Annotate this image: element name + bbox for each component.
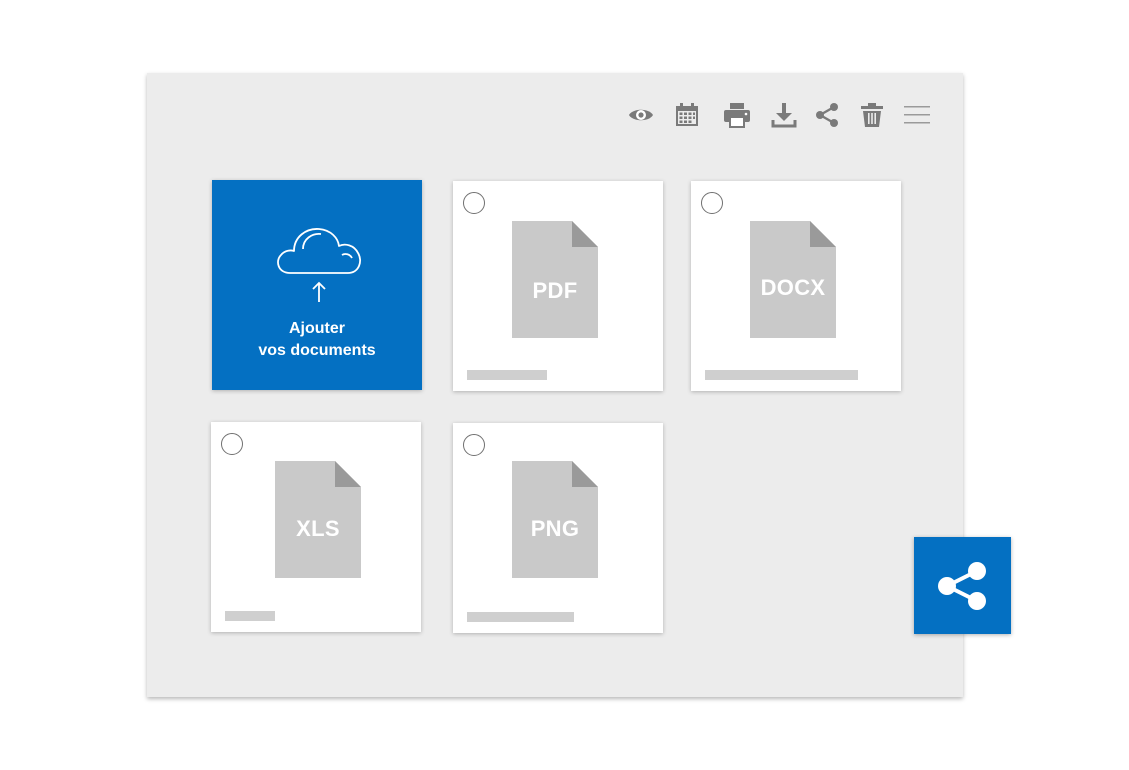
upload-label: Ajouter vos documents: [212, 318, 422, 362]
file-type-label: PDF: [532, 278, 578, 303]
view-button[interactable]: [626, 100, 656, 130]
select-radio[interactable]: [701, 192, 723, 214]
trash-icon: [861, 103, 883, 127]
delete-button[interactable]: [857, 100, 887, 130]
file-tile-png[interactable]: PNG: [453, 423, 663, 633]
select-radio[interactable]: [463, 434, 485, 456]
file-tile-docx[interactable]: DOCX: [691, 181, 901, 391]
file-name-placeholder: [467, 370, 547, 380]
select-radio[interactable]: [463, 192, 485, 214]
calendar-icon: [676, 103, 698, 126]
menu-button[interactable]: [902, 100, 932, 130]
calendar-button[interactable]: [672, 100, 702, 130]
file-type-label: PNG: [530, 516, 580, 541]
eye-icon: [629, 109, 653, 121]
file-type-label: DOCX: [760, 275, 826, 300]
share-button[interactable]: [812, 100, 842, 130]
upload-label-line1: Ajouter: [289, 320, 345, 337]
share-icon: [937, 561, 986, 610]
upload-documents-tile[interactable]: Ajouter vos documents: [212, 180, 422, 390]
share-icon: [816, 103, 838, 127]
file-tile-xls[interactable]: XLS: [211, 422, 421, 632]
print-button[interactable]: [722, 100, 752, 130]
menu-icon: [904, 106, 930, 124]
share-fab-button[interactable]: [914, 537, 1011, 634]
select-radio[interactable]: [221, 433, 243, 455]
file-type-label: XLS: [296, 516, 340, 541]
file-name-placeholder: [225, 611, 275, 621]
file-tile-pdf[interactable]: PDF: [453, 181, 663, 391]
cloud-upload-icon: [277, 228, 361, 302]
download-icon: [771, 103, 797, 128]
printer-icon: [724, 103, 750, 128]
upload-label-line2: vos documents: [258, 342, 376, 359]
file-name-placeholder: [705, 370, 858, 380]
file-name-placeholder: [467, 612, 574, 622]
download-button[interactable]: [769, 100, 799, 130]
